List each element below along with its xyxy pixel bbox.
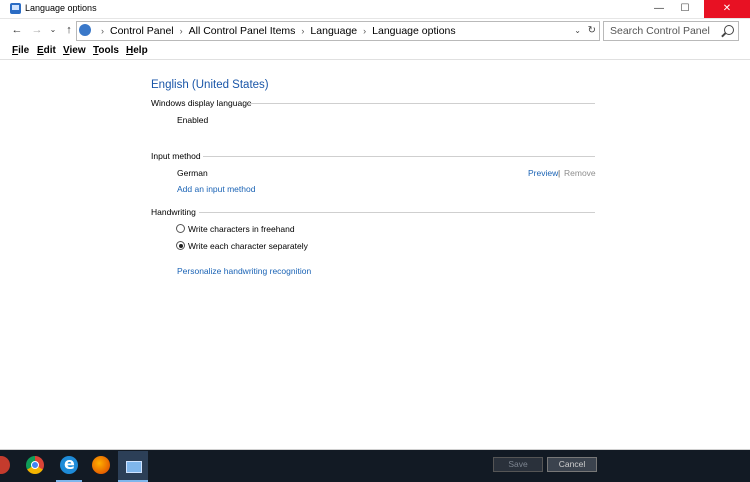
display-language-status: Enabled: [177, 115, 209, 125]
menu-edit[interactable]: Edit: [37, 45, 56, 56]
address-row: ← → ⌄ ↑ › Control Panel › All Control Panel…: [0, 19, 750, 42]
cancel-button[interactable]: Cancel: [547, 457, 597, 472]
add-input-method-link[interactable]: Add an input method: [177, 184, 255, 194]
menu-help-label: elp: [133, 45, 148, 56]
main-content: English (United States) Windows display …: [0, 60, 750, 450]
internet-explorer-icon[interactable]: [60, 454, 78, 474]
chrome-icon[interactable]: [26, 456, 44, 474]
title-bar: Language options — ☐ ✕: [0, 0, 750, 19]
breadcrumb-language[interactable]: Language: [310, 25, 357, 37]
breadcrumb-separator[interactable]: ›: [301, 26, 304, 36]
back-button[interactable]: ←: [10, 22, 24, 38]
personalize-handwriting-link[interactable]: Personalize handwriting recognition: [177, 266, 311, 276]
save-button[interactable]: Save: [493, 457, 543, 472]
menu-tools[interactable]: Tools: [93, 45, 119, 56]
separately-radio[interactable]: [176, 241, 185, 250]
language-options-icon: [10, 3, 21, 14]
menu-file-label: ile: [18, 45, 30, 56]
minimize-button[interactable]: —: [648, 0, 670, 18]
menu-bar: File Edit View Tools Help: [0, 43, 750, 60]
preview-link[interactable]: Preview: [528, 168, 558, 178]
separately-label[interactable]: Write each character separately: [188, 241, 308, 251]
input-method-heading: Input method: [151, 151, 201, 161]
handwriting-heading: Handwriting: [151, 207, 196, 217]
search-icon[interactable]: [724, 25, 734, 35]
menu-view-label: iew: [69, 45, 86, 56]
breadcrumb-language-options[interactable]: Language options: [372, 25, 456, 37]
freehand-label[interactable]: Write characters in freehand: [188, 224, 295, 234]
forward-button[interactable]: →: [30, 22, 44, 38]
input-method-name: German: [177, 168, 208, 178]
window-title: Language options: [25, 3, 97, 13]
firefox-icon[interactable]: [92, 456, 110, 474]
control-panel-taskbar-icon[interactable]: [118, 451, 148, 481]
search-input[interactable]: [604, 22, 722, 40]
breadcrumb: › Control Panel › All Control Panel Items › L…: [95, 22, 456, 40]
breadcrumb-all-items[interactable]: All Control Panel Items: [189, 25, 296, 37]
address-dropdown-button[interactable]: ⌄: [574, 22, 581, 40]
menu-help[interactable]: Help: [126, 45, 148, 56]
menu-view[interactable]: View: [63, 45, 86, 56]
menu-edit-label: dit: [43, 45, 56, 56]
control-panel-icon: [79, 24, 91, 36]
freehand-radio[interactable]: [176, 224, 185, 233]
divider: [203, 156, 595, 157]
up-button[interactable]: ↑: [62, 22, 76, 38]
menu-tools-label: ools: [98, 45, 119, 56]
breadcrumb-separator[interactable]: ›: [363, 26, 366, 36]
search-box[interactable]: [603, 21, 739, 41]
app-icon[interactable]: [0, 456, 10, 474]
close-button[interactable]: ✕: [704, 0, 750, 18]
language-title: English (United States): [151, 79, 269, 91]
refresh-button[interactable]: ↻: [588, 22, 596, 40]
taskbar: Save Cancel: [0, 450, 750, 482]
menu-file[interactable]: File: [12, 45, 29, 56]
maximize-button[interactable]: ☐: [674, 0, 696, 18]
breadcrumb-separator[interactable]: ›: [101, 26, 104, 36]
divider: [248, 103, 595, 104]
link-divider: |: [558, 168, 561, 178]
breadcrumb-separator[interactable]: ›: [180, 26, 183, 36]
breadcrumb-control-panel[interactable]: Control Panel: [110, 25, 174, 37]
recent-locations-button[interactable]: ⌄: [46, 22, 60, 38]
divider: [199, 212, 595, 213]
address-bar[interactable]: › Control Panel › All Control Panel Items › L…: [76, 21, 600, 41]
display-language-heading: Windows display language: [151, 98, 252, 108]
remove-link[interactable]: Remove: [564, 168, 596, 178]
menu-edit-accesskey: E: [37, 45, 44, 56]
